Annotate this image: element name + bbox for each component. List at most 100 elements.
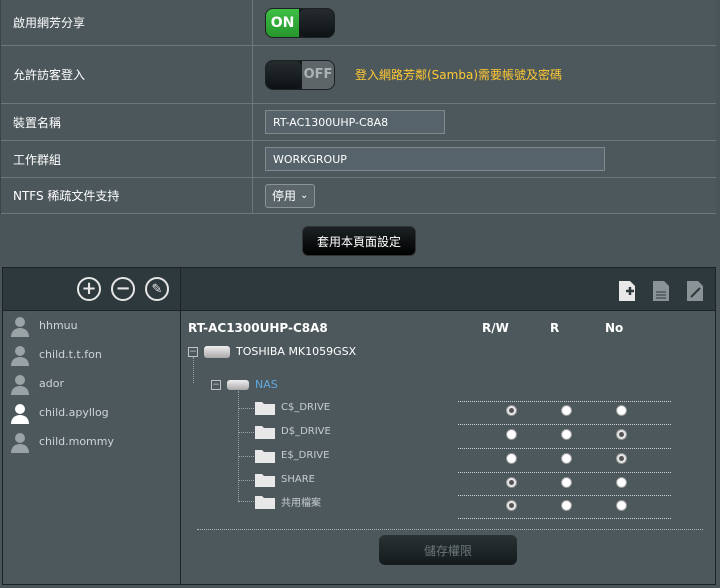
row-separator bbox=[458, 472, 671, 473]
folder-node[interactable]: C$_DRIVE bbox=[255, 400, 330, 415]
tree-branch bbox=[238, 456, 254, 457]
user-name: child.apyllog bbox=[39, 406, 109, 419]
volume-name: NAS bbox=[255, 378, 278, 391]
ntfs-select[interactable]: 停用 ⌄ bbox=[265, 183, 316, 208]
user-icon bbox=[11, 316, 29, 337]
folder-node[interactable]: 共用檔案 bbox=[255, 494, 321, 509]
radio-r[interactable] bbox=[561, 500, 572, 511]
row-separator bbox=[458, 448, 671, 449]
toggle-on-text: ON bbox=[266, 8, 299, 37]
tree-line bbox=[193, 357, 194, 383]
folder-node[interactable]: SHARE bbox=[255, 472, 315, 487]
row-ntfs: NTFS 稀疏文件支持 停用 ⌄ bbox=[1, 178, 716, 214]
radio-no[interactable] bbox=[616, 429, 627, 440]
collapse-icon[interactable]: − bbox=[211, 379, 221, 390]
volume-icon bbox=[227, 379, 249, 390]
radio-no[interactable] bbox=[616, 405, 627, 416]
user-icon bbox=[11, 345, 29, 366]
user-item-selected[interactable]: child.apyllog bbox=[3, 398, 180, 427]
radio-rw[interactable] bbox=[506, 500, 517, 511]
enable-share-toggle[interactable]: ON bbox=[265, 7, 335, 38]
device-title: RT-AC1300UHP-C8A8 bbox=[188, 321, 328, 335]
radio-no[interactable] bbox=[616, 453, 627, 464]
row-separator bbox=[458, 518, 671, 519]
row-guest-login: 允許訪客登入 OFF 登入網路芳鄰(Samba)需要帳號及密碼 bbox=[1, 46, 716, 104]
user-list: hhmuu child.t.t.fon ador child.apyllog c… bbox=[3, 311, 180, 456]
save-permission-button[interactable]: 儲存權限 bbox=[379, 535, 517, 565]
column-no: No bbox=[605, 321, 624, 335]
workgroup-label: 工作群組 bbox=[1, 141, 253, 177]
user-item[interactable]: child.t.t.fon bbox=[3, 340, 180, 369]
row-separator bbox=[458, 424, 671, 425]
remove-user-icon[interactable]: − bbox=[111, 277, 135, 301]
user-icon bbox=[11, 403, 29, 424]
column-rw: R/W bbox=[482, 321, 509, 335]
radio-r[interactable] bbox=[561, 477, 572, 488]
permission-panel: + − ✎ hhmuu child.t.t.fon ador child.apy… bbox=[2, 267, 716, 585]
folder-icon bbox=[255, 474, 275, 487]
radio-rw[interactable] bbox=[506, 429, 517, 440]
add-user-icon[interactable]: + bbox=[77, 277, 101, 301]
delete-folder-icon[interactable] bbox=[651, 280, 671, 302]
device-name-label: 裝置名稱 bbox=[1, 104, 253, 140]
radio-no[interactable] bbox=[616, 477, 627, 488]
row-separator bbox=[458, 401, 671, 402]
device-name-input[interactable]: RT-AC1300UHP-C8A8 bbox=[265, 110, 445, 134]
radio-rw[interactable] bbox=[506, 405, 517, 416]
user-icon bbox=[11, 374, 29, 395]
footer-separator bbox=[197, 529, 703, 530]
radio-r[interactable] bbox=[561, 429, 572, 440]
tree-branch bbox=[238, 501, 254, 502]
folder-name: C$_DRIVE bbox=[281, 402, 331, 413]
edit-user-icon[interactable]: ✎ bbox=[145, 277, 169, 301]
edit-folder-icon[interactable] bbox=[685, 280, 705, 302]
add-folder-icon[interactable] bbox=[617, 280, 637, 302]
toggle-knob bbox=[299, 8, 334, 37]
user-item[interactable]: ador bbox=[3, 369, 180, 398]
guest-login-toggle[interactable]: OFF bbox=[265, 59, 335, 90]
user-name: ador bbox=[39, 377, 64, 390]
folder-name: 共用檔案 bbox=[281, 498, 321, 509]
tree-branch bbox=[238, 432, 254, 433]
folder-icon bbox=[255, 402, 275, 415]
settings-table: 啟用網芳分享 ON 允許訪客登入 OFF 登入網路芳鄰(Samba)需要帳號及密… bbox=[0, 0, 716, 214]
folder-node[interactable]: E$_DRIVE bbox=[255, 448, 329, 463]
volume-node[interactable]: − NAS bbox=[211, 378, 278, 391]
radio-no[interactable] bbox=[616, 500, 627, 511]
user-item[interactable]: hhmuu bbox=[3, 311, 180, 340]
hard-drive-icon bbox=[204, 345, 230, 358]
user-name: hhmuu bbox=[39, 319, 78, 332]
disk-name: TOSHIBA MK1059GSX bbox=[236, 345, 357, 358]
toggle-knob bbox=[266, 60, 302, 89]
row-enable-share: 啟用網芳分享 ON bbox=[1, 0, 716, 46]
panel-toolbar: + − ✎ bbox=[3, 268, 715, 311]
workgroup-input[interactable]: WORKGROUP bbox=[265, 147, 605, 171]
folder-icon bbox=[255, 496, 275, 509]
apply-settings-button[interactable]: 套用本頁面設定 bbox=[302, 226, 416, 256]
guest-login-hint: 登入網路芳鄰(Samba)需要帳號及密碼 bbox=[355, 68, 562, 82]
radio-rw[interactable] bbox=[506, 453, 517, 464]
toggle-off-text: OFF bbox=[302, 60, 334, 89]
folder-tree: RT-AC1300UHP-C8A8 R/W R No − TOSHIBA MK1… bbox=[181, 311, 715, 584]
collapse-icon[interactable]: − bbox=[188, 346, 198, 357]
disk-node[interactable]: − TOSHIBA MK1059GSX bbox=[188, 345, 356, 358]
row-separator bbox=[458, 495, 671, 496]
ntfs-select-value: 停用 bbox=[272, 189, 297, 203]
user-item[interactable]: child.mommy bbox=[3, 427, 180, 456]
tree-branch bbox=[238, 480, 254, 481]
guest-login-label: 允許訪客登入 bbox=[1, 46, 253, 103]
column-r: R bbox=[550, 321, 560, 335]
folder-icon bbox=[255, 426, 275, 439]
folder-node[interactable]: D$_DRIVE bbox=[255, 424, 331, 439]
folder-name: D$_DRIVE bbox=[281, 426, 331, 437]
folder-name: E$_DRIVE bbox=[281, 450, 330, 461]
row-workgroup: 工作群組 WORKGROUP bbox=[1, 141, 716, 178]
user-icon bbox=[11, 432, 29, 453]
radio-r[interactable] bbox=[561, 453, 572, 464]
folder-icon bbox=[255, 450, 275, 463]
ntfs-label: NTFS 稀疏文件支持 bbox=[1, 178, 253, 213]
radio-r[interactable] bbox=[561, 405, 572, 416]
row-device-name: 裝置名稱 RT-AC1300UHP-C8A8 bbox=[1, 104, 716, 141]
radio-rw[interactable] bbox=[506, 477, 517, 488]
user-name: child.t.t.fon bbox=[39, 348, 102, 361]
